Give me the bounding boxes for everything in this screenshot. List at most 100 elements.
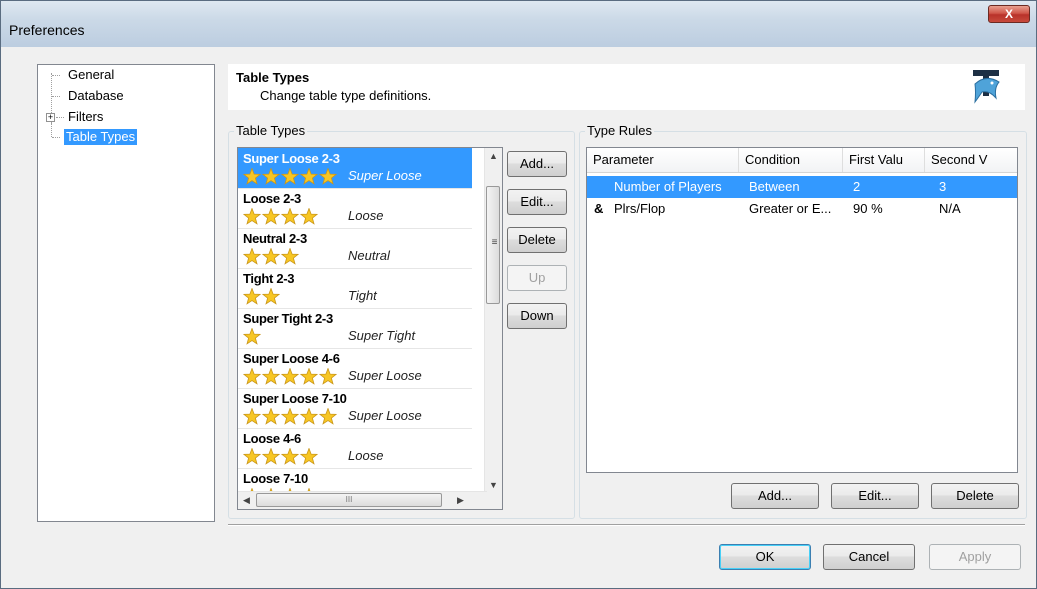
star-icon xyxy=(299,448,319,465)
type-add-button[interactable]: Add... xyxy=(507,151,567,177)
type-rules-table[interactable]: Parameter Condition First Valu Second V … xyxy=(586,147,1018,473)
list-item[interactable]: Super Tight 2-3 Super Tight xyxy=(238,308,472,349)
rule-second-value: N/A xyxy=(939,201,961,216)
star-icon xyxy=(299,368,319,385)
page-subtitle: Change table type definitions. xyxy=(260,88,432,103)
table-types-list[interactable]: Loose 7-10 Loose 4-6 Loose Super Loose 7-10… xyxy=(237,147,503,510)
rule-add-button[interactable]: Add... xyxy=(731,483,819,509)
window-title: Preferences xyxy=(9,22,85,38)
star-icon xyxy=(299,208,319,225)
rating-stars xyxy=(243,328,262,345)
star-icon xyxy=(280,448,300,465)
star-icon xyxy=(243,448,262,465)
rule-first-value: 2 xyxy=(853,179,861,194)
rating-stars xyxy=(243,368,338,385)
table-type-rating-label: Loose xyxy=(348,208,384,223)
rule-edit-button[interactable]: Edit... xyxy=(831,483,919,509)
table-type-name: Super Tight 2-3 xyxy=(243,311,333,326)
star-icon xyxy=(243,208,262,225)
list-horizontal-scrollbar[interactable]: ◀ III ▶ xyxy=(238,491,487,509)
star-icon xyxy=(299,408,319,425)
star-icon xyxy=(243,248,262,265)
rating-stars xyxy=(243,288,281,305)
list-item[interactable]: Neutral 2-3 Neutral xyxy=(238,228,472,269)
rule-first-value: 90 % xyxy=(853,201,883,216)
rule-condition: Between xyxy=(749,179,800,194)
list-vertical-scrollbar[interactable]: ▲ ≡ ▼ xyxy=(484,148,502,494)
dialog-client: General Database + Filters Table Types T… xyxy=(9,47,1028,582)
column-header-parameter[interactable]: Parameter xyxy=(587,148,739,172)
list-item[interactable]: Loose 2-3 Loose xyxy=(238,188,472,229)
type-rules-group-label: Type Rules xyxy=(585,123,655,138)
list-item[interactable]: Super Loose 4-6 Super Loose xyxy=(238,348,472,389)
scroll-right-icon[interactable]: ▶ xyxy=(452,492,469,509)
tree-item-database[interactable]: Database xyxy=(66,88,126,104)
column-header-condition[interactable]: Condition xyxy=(739,148,843,172)
scroll-up-icon[interactable]: ▲ xyxy=(485,148,502,165)
rating-stars xyxy=(243,208,319,225)
list-item[interactable]: Super Loose 2-3 Super Loose xyxy=(238,148,472,189)
tree-item-general[interactable]: General xyxy=(66,67,116,83)
rule-parameter: Number of Players xyxy=(614,179,722,194)
table-type-name: Loose 4-6 xyxy=(243,431,301,446)
star-icon xyxy=(243,168,262,185)
column-header-second-value[interactable]: Second V xyxy=(925,148,1017,172)
tree-connector xyxy=(56,117,64,118)
table-type-name: Neutral 2-3 xyxy=(243,231,307,246)
list-item[interactable]: Tight 2-3 Tight xyxy=(238,268,472,309)
star-icon xyxy=(243,408,262,425)
table-type-name: Tight 2-3 xyxy=(243,271,295,286)
table-type-name: Super Loose 7-10 xyxy=(243,391,347,406)
star-icon xyxy=(243,288,262,305)
rule-prefix: & xyxy=(594,201,604,216)
table-type-rating-label: Super Loose xyxy=(348,408,422,423)
rules-table-header: Parameter Condition First Valu Second V xyxy=(587,148,1017,173)
tree-connector xyxy=(52,137,60,138)
star-icon xyxy=(243,368,262,385)
tree-item-filters[interactable]: Filters xyxy=(66,109,105,125)
rule-parameter: Plrs/Flop xyxy=(614,201,666,216)
type-down-button[interactable]: Down xyxy=(507,303,567,329)
title-bar[interactable]: Preferences X xyxy=(1,1,1036,47)
type-delete-button[interactable]: Delete xyxy=(507,227,567,253)
column-header-first-value[interactable]: First Valu xyxy=(843,148,925,172)
scroll-corner xyxy=(485,492,502,509)
apply-button[interactable]: Apply xyxy=(929,544,1021,570)
footer-separator xyxy=(228,524,1025,526)
table-type-name: Super Loose 2-3 xyxy=(243,151,340,166)
star-icon xyxy=(318,408,338,425)
star-icon xyxy=(261,408,281,425)
tree-connector xyxy=(52,96,60,97)
table-row[interactable]: Number of Players Between 2 3 xyxy=(587,176,1017,198)
table-type-rating-label: Tight xyxy=(348,288,377,303)
table-type-name: Loose 2-3 xyxy=(243,191,301,206)
type-up-button[interactable]: Up xyxy=(507,265,567,291)
ok-button[interactable]: OK xyxy=(719,544,811,570)
page-header: Table Types Change table type definition… xyxy=(228,64,1025,110)
table-type-rating-label: Loose xyxy=(348,448,384,463)
type-edit-button[interactable]: Edit... xyxy=(507,189,567,215)
rating-stars xyxy=(243,448,319,465)
rule-delete-button[interactable]: Delete xyxy=(931,483,1019,509)
list-item[interactable]: Loose 4-6 Loose xyxy=(238,428,472,469)
preferences-window: Preferences X General Database + Filters… xyxy=(0,0,1037,589)
star-icon xyxy=(280,248,300,265)
tree-item-table-types[interactable]: Table Types xyxy=(64,129,138,145)
rule-condition: Greater or E... xyxy=(749,201,832,216)
scroll-left-icon[interactable]: ◀ xyxy=(238,492,255,509)
star-icon xyxy=(261,368,281,385)
cancel-button[interactable]: Cancel xyxy=(823,544,915,570)
close-icon: X xyxy=(1004,7,1013,21)
star-icon xyxy=(318,368,338,385)
table-type-rating-label: Neutral xyxy=(348,248,390,263)
table-row[interactable]: & Plrs/Flop Greater or E... 90 % N/A xyxy=(587,198,1017,220)
list-item[interactable]: Super Loose 7-10 Super Loose xyxy=(238,388,472,429)
tree-connector xyxy=(52,75,60,76)
rule-second-value: 3 xyxy=(939,179,947,194)
rating-stars xyxy=(243,168,338,185)
hscroll-thumb[interactable]: III xyxy=(256,493,442,507)
close-button[interactable]: X xyxy=(988,5,1030,23)
star-icon xyxy=(299,168,319,185)
star-icon xyxy=(280,408,300,425)
expand-icon[interactable]: + xyxy=(46,113,55,122)
